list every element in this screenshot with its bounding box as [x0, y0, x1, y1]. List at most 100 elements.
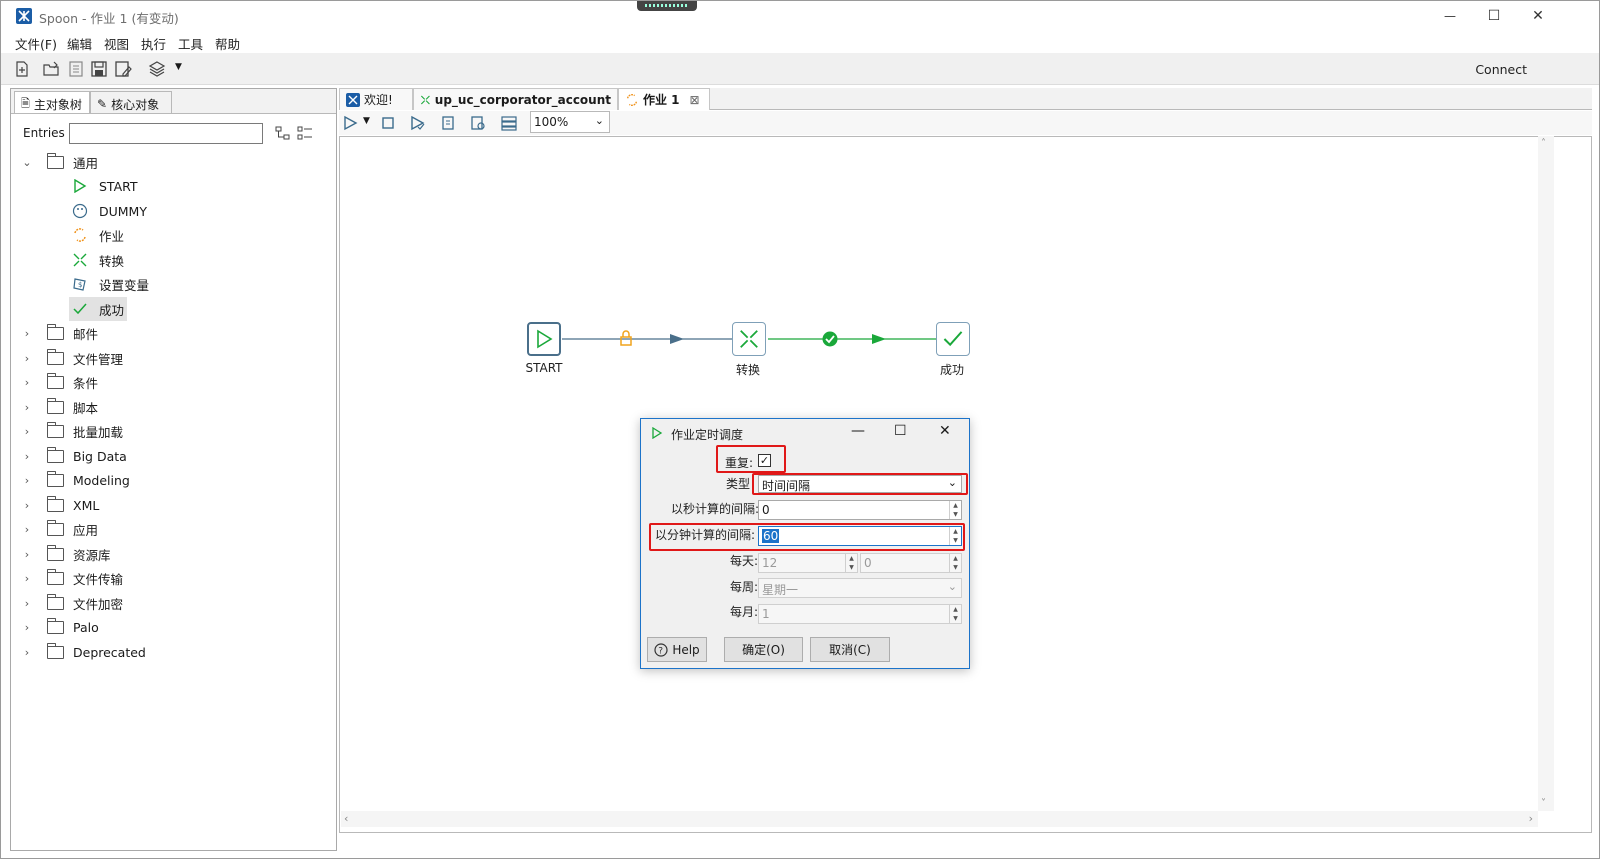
node-success[interactable] — [936, 322, 970, 356]
menu-file[interactable]: 文件(F) — [15, 34, 57, 53]
node-transformation-label: 转换 — [735, 363, 760, 377]
tree-folder-utility[interactable]: › 应用 — [19, 518, 98, 540]
menu-run[interactable]: 执行 — [141, 34, 166, 53]
scroll-right-icon[interactable]: › — [1529, 812, 1533, 825]
maximize-button[interactable]: ☐ — [1471, 1, 1517, 31]
tree-folder-general[interactable]: ⌄ 通用 — [19, 151, 98, 173]
scroll-down-icon[interactable]: ˅ — [1541, 798, 1546, 809]
sql-icon[interactable] — [469, 114, 487, 132]
chevron-right-icon[interactable]: › — [19, 646, 35, 659]
replay-icon[interactable] — [439, 114, 457, 132]
close-tab-icon[interactable]: ⊠ — [690, 93, 700, 107]
collapse-tree-icon[interactable] — [275, 125, 291, 141]
chevron-right-icon[interactable]: › — [19, 352, 35, 365]
tree-item-job[interactable]: 作业 — [71, 224, 124, 246]
explore-repository-icon[interactable] — [67, 60, 85, 78]
layers-icon[interactable] — [148, 60, 166, 78]
expand-tree-icon[interactable] — [297, 125, 313, 141]
run-dropdown-icon[interactable]: ▼ — [363, 116, 370, 126]
weekly-label: 每周: — [730, 580, 759, 594]
cancel-button[interactable]: 取消(C) — [810, 637, 890, 662]
tree-folder-repository[interactable]: › 资源库 — [19, 543, 111, 565]
chevron-right-icon[interactable]: › — [19, 376, 35, 389]
zoom-select[interactable]: 100% ⌄ — [530, 111, 610, 133]
weekly-select[interactable]: 星期一 ⌄ — [758, 578, 962, 598]
dialog-minimize-icon[interactable]: — — [851, 423, 865, 439]
minimize-button[interactable]: — — [1427, 1, 1473, 31]
connect-button[interactable]: Connect — [1475, 62, 1527, 77]
tab-main-object-tree[interactable]: 🗎 主对象树 — [14, 91, 90, 113]
scroll-up-icon[interactable]: ˄ — [1541, 138, 1546, 149]
tree-folder-file-transfer[interactable]: › 文件传输 — [19, 567, 123, 589]
chevron-right-icon[interactable]: › — [19, 450, 35, 463]
verify-icon[interactable] — [409, 114, 427, 132]
canvas-vertical-scrollbar[interactable]: ˄ ˅ — [1538, 136, 1554, 811]
chevron-right-icon[interactable]: › — [19, 597, 35, 610]
daily-minute-spinner[interactable]: ▲ ▼ — [949, 554, 961, 572]
menu-help[interactable]: 帮助 — [215, 34, 240, 53]
save-as-icon[interactable] — [114, 60, 132, 78]
tree-folder-file-encryption[interactable]: › 文件加密 — [19, 592, 123, 614]
node-start[interactable] — [527, 322, 561, 356]
tree-folder-modeling[interactable]: › Modeling — [19, 469, 130, 491]
chevron-right-icon[interactable]: › — [19, 572, 35, 585]
seconds-spinner[interactable]: ▲ ▼ — [949, 501, 961, 519]
stop-icon[interactable] — [379, 114, 397, 132]
canvas-horizontal-scrollbar[interactable]: ‹ › — [341, 811, 1538, 827]
tree-folder-deprecated[interactable]: › Deprecated — [19, 641, 146, 663]
menu-view[interactable]: 视图 — [104, 34, 129, 53]
close-window-button[interactable]: ✕ — [1515, 1, 1561, 31]
tab-transformation[interactable]: up_uc_corporator_account — [413, 88, 618, 110]
chevron-right-icon[interactable]: › — [19, 548, 35, 561]
chevron-right-icon[interactable]: › — [19, 474, 35, 487]
tab-welcome[interactable]: 欢迎! — [339, 88, 413, 110]
chevron-right-icon[interactable]: › — [19, 425, 35, 438]
tree-folder-bulk-loading[interactable]: › 批量加载 — [19, 420, 123, 442]
save-icon[interactable] — [90, 60, 108, 78]
database-explore-icon[interactable] — [500, 114, 518, 132]
tree-item-transformation[interactable]: 转换 — [71, 249, 124, 271]
tree-item-start[interactable]: START — [71, 175, 138, 197]
success-badge-icon[interactable] — [822, 331, 838, 347]
tree-folder-file-management[interactable]: › 文件管理 — [19, 347, 123, 369]
tree-folder-palo[interactable]: › Palo — [19, 616, 99, 638]
node-transformation[interactable] — [732, 322, 766, 356]
tree-folder-conditions[interactable]: › 条件 — [19, 371, 98, 393]
scroll-left-icon[interactable]: ‹ — [344, 812, 348, 825]
help-button[interactable]: ? Help — [647, 637, 707, 662]
chevron-down-icon[interactable]: ⌄ — [19, 156, 35, 169]
tree-folder-big-data[interactable]: › Big Data — [19, 445, 127, 467]
tree-folder-xml[interactable]: › XML — [19, 494, 99, 516]
daily-hour-input[interactable]: 12 ▲ ▼ — [758, 553, 858, 573]
ok-button[interactable]: 确定(O) — [724, 637, 803, 662]
layers-dropdown-icon[interactable]: ▼ — [175, 62, 182, 72]
tree-folder-mail[interactable]: › 邮件 — [19, 322, 98, 344]
tree-folder-scripting[interactable]: › 脚本 — [19, 396, 98, 418]
window-grip[interactable] — [637, 1, 697, 11]
tab-job-1[interactable]: 作业 1 ⊠ — [618, 88, 710, 110]
menu-edit[interactable]: 编辑 — [67, 34, 92, 53]
tab-core-objects[interactable]: ✎ 核心对象 — [90, 91, 172, 113]
tree-item-set-variables[interactable]: $ 设置变量 — [71, 273, 149, 295]
tree-item-dummy[interactable]: DUMMY — [71, 200, 147, 222]
open-file-icon[interactable] — [42, 60, 60, 78]
dialog-close-icon[interactable]: ✕ — [939, 423, 951, 439]
chevron-right-icon[interactable]: › — [19, 401, 35, 414]
daily-minute-input[interactable]: 0 ▲ ▼ — [860, 553, 962, 573]
new-file-icon[interactable] — [13, 60, 31, 78]
dialog-maximize-icon[interactable]: ☐ — [894, 423, 907, 439]
chevron-right-icon[interactable]: › — [19, 327, 35, 340]
entries-search-input[interactable] — [69, 123, 263, 144]
chevron-right-icon[interactable]: › — [19, 621, 35, 634]
menu-tools[interactable]: 工具 — [178, 34, 203, 53]
seconds-interval-input[interactable]: 0 ▲ ▼ — [758, 500, 962, 520]
run-icon[interactable] — [341, 114, 359, 132]
chevron-right-icon[interactable]: › — [19, 523, 35, 536]
lock-icon[interactable] — [619, 330, 633, 346]
monthly-spinner[interactable]: ▲ ▼ — [949, 605, 961, 623]
tree-item-success[interactable]: 成功 — [71, 298, 124, 320]
daily-hour-spinner[interactable]: ▲ ▼ — [845, 554, 857, 572]
chevron-right-icon[interactable]: › — [19, 499, 35, 512]
weekly-value: 星期一 — [762, 583, 799, 597]
monthly-input[interactable]: 1 ▲ ▼ — [758, 604, 962, 624]
